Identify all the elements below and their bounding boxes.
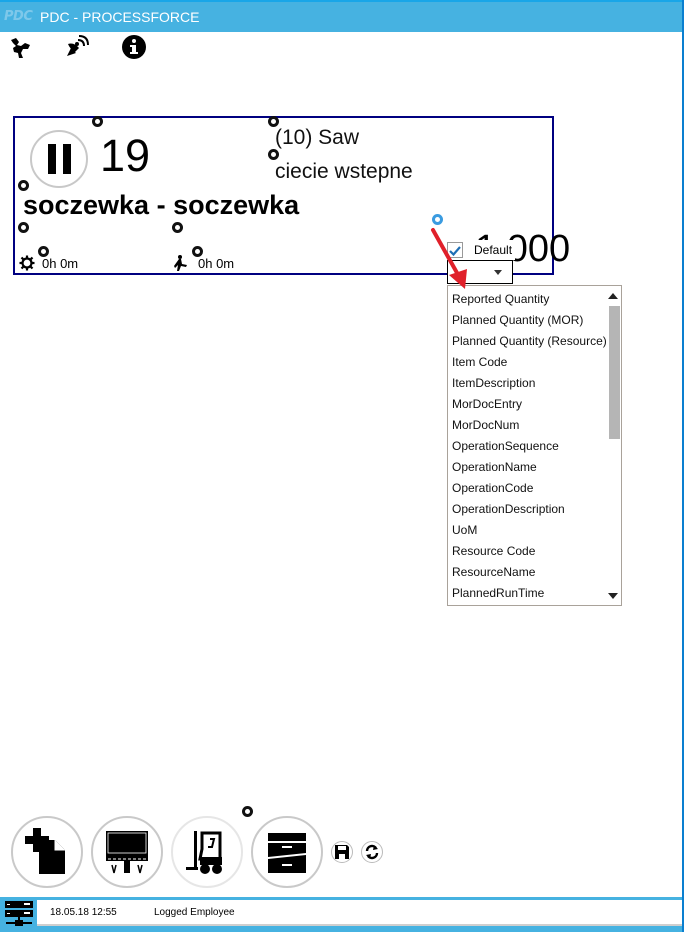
dropdown-option[interactable]: Item Code [452,352,507,373]
network-server-icon[interactable] [4,900,34,928]
billboard-button[interactable] [91,816,163,888]
run-time: 0h 0m [198,256,235,271]
info-icon[interactable] [121,34,147,60]
status-bar: 18.05.18 12:55 Logged Employee [0,897,682,932]
status-panel: 18.05.18 12:55 Logged Employee [37,900,682,926]
dropdown-option[interactable]: Planned Quantity (Resource) [452,331,607,352]
scrollbar-thumb[interactable] [609,306,620,439]
satellite-dish-icon[interactable] [64,34,90,60]
running-person-icon [173,254,189,276]
dropdown-option[interactable]: Planned Quantity (MOR) [452,310,583,331]
dropdown-option[interactable]: OperationSequence [452,436,559,457]
dropdown-option[interactable]: MorDocEntry [452,394,522,415]
archive-button[interactable] [251,816,323,888]
operation-description: ciecie wstepne [275,160,413,183]
scroll-down-icon[interactable] [608,593,618,599]
dropdown-option[interactable]: ResourceName [452,562,535,583]
save-icon [335,845,349,859]
app-window: PDC PDC - PROCESSFORCE 19 (10) Saw cieci… [0,0,684,932]
logged-employee[interactable]: Logged Employee [154,907,235,918]
pause-button[interactable] [30,130,88,188]
status-datetime: 18.05.18 12:55 [50,907,117,918]
edit-handle-icon[interactable] [268,149,279,160]
edit-handle-icon[interactable] [18,180,29,191]
title-bar: PDC PDC - PROCESSFORCE [0,0,682,32]
operation-code: (10) Saw [275,126,360,149]
dropdown-option[interactable]: OperationCode [452,478,533,499]
edit-handle-icon[interactable] [38,246,49,257]
annotation-arrow-icon [431,228,467,289]
pause-icon-bar [62,144,71,174]
save-button[interactable] [331,841,353,863]
setup-time: 0h 0m [42,256,79,271]
edit-handle-icon[interactable] [192,246,203,257]
field-dropdown-list[interactable]: Reported Quantity Planned Quantity (MOR)… [447,285,622,606]
dropdown-option[interactable]: PlannedRunTime [452,583,544,604]
pause-icon [47,144,56,174]
chevron-down-icon [494,270,502,275]
refresh-icon [365,844,379,860]
edit-handle-icon[interactable] [268,116,279,127]
robot-arm-icon[interactable] [8,34,34,60]
new-document-icon [25,828,65,874]
order-number: 19 [100,130,151,181]
dropdown-option[interactable]: ItemDescription [452,373,535,394]
dropdown-option[interactable]: OperationDescription [452,499,565,520]
edit-handle-icon[interactable] [92,116,103,127]
scroll-up-icon[interactable] [608,293,618,299]
app-logo: PDC [4,9,33,24]
refresh-button[interactable] [361,841,383,863]
window-title: PDC - PROCESSFORCE [40,9,200,25]
dropdown-option[interactable]: UoM [452,520,477,541]
gear-icon [19,255,35,275]
edit-handle-icon[interactable] [18,222,29,233]
edit-handle-active-icon[interactable] [432,214,443,225]
dropdown-option[interactable]: MorDocNum [452,415,519,436]
edit-handle-icon[interactable] [172,222,183,233]
item-name: soczewka - soczewka [23,190,300,220]
forklift-button[interactable] [171,816,243,888]
edit-handle-icon[interactable] [242,806,253,817]
dropdown-scrollbar[interactable] [603,286,621,605]
dropdown-option[interactable]: Resource Code [452,541,535,562]
new-document-button[interactable] [11,816,83,888]
dropdown-option[interactable]: OperationName [452,457,537,478]
billboard-icon [106,831,148,874]
forklift-icon [186,831,222,874]
archive-cabinet-icon [268,833,306,873]
